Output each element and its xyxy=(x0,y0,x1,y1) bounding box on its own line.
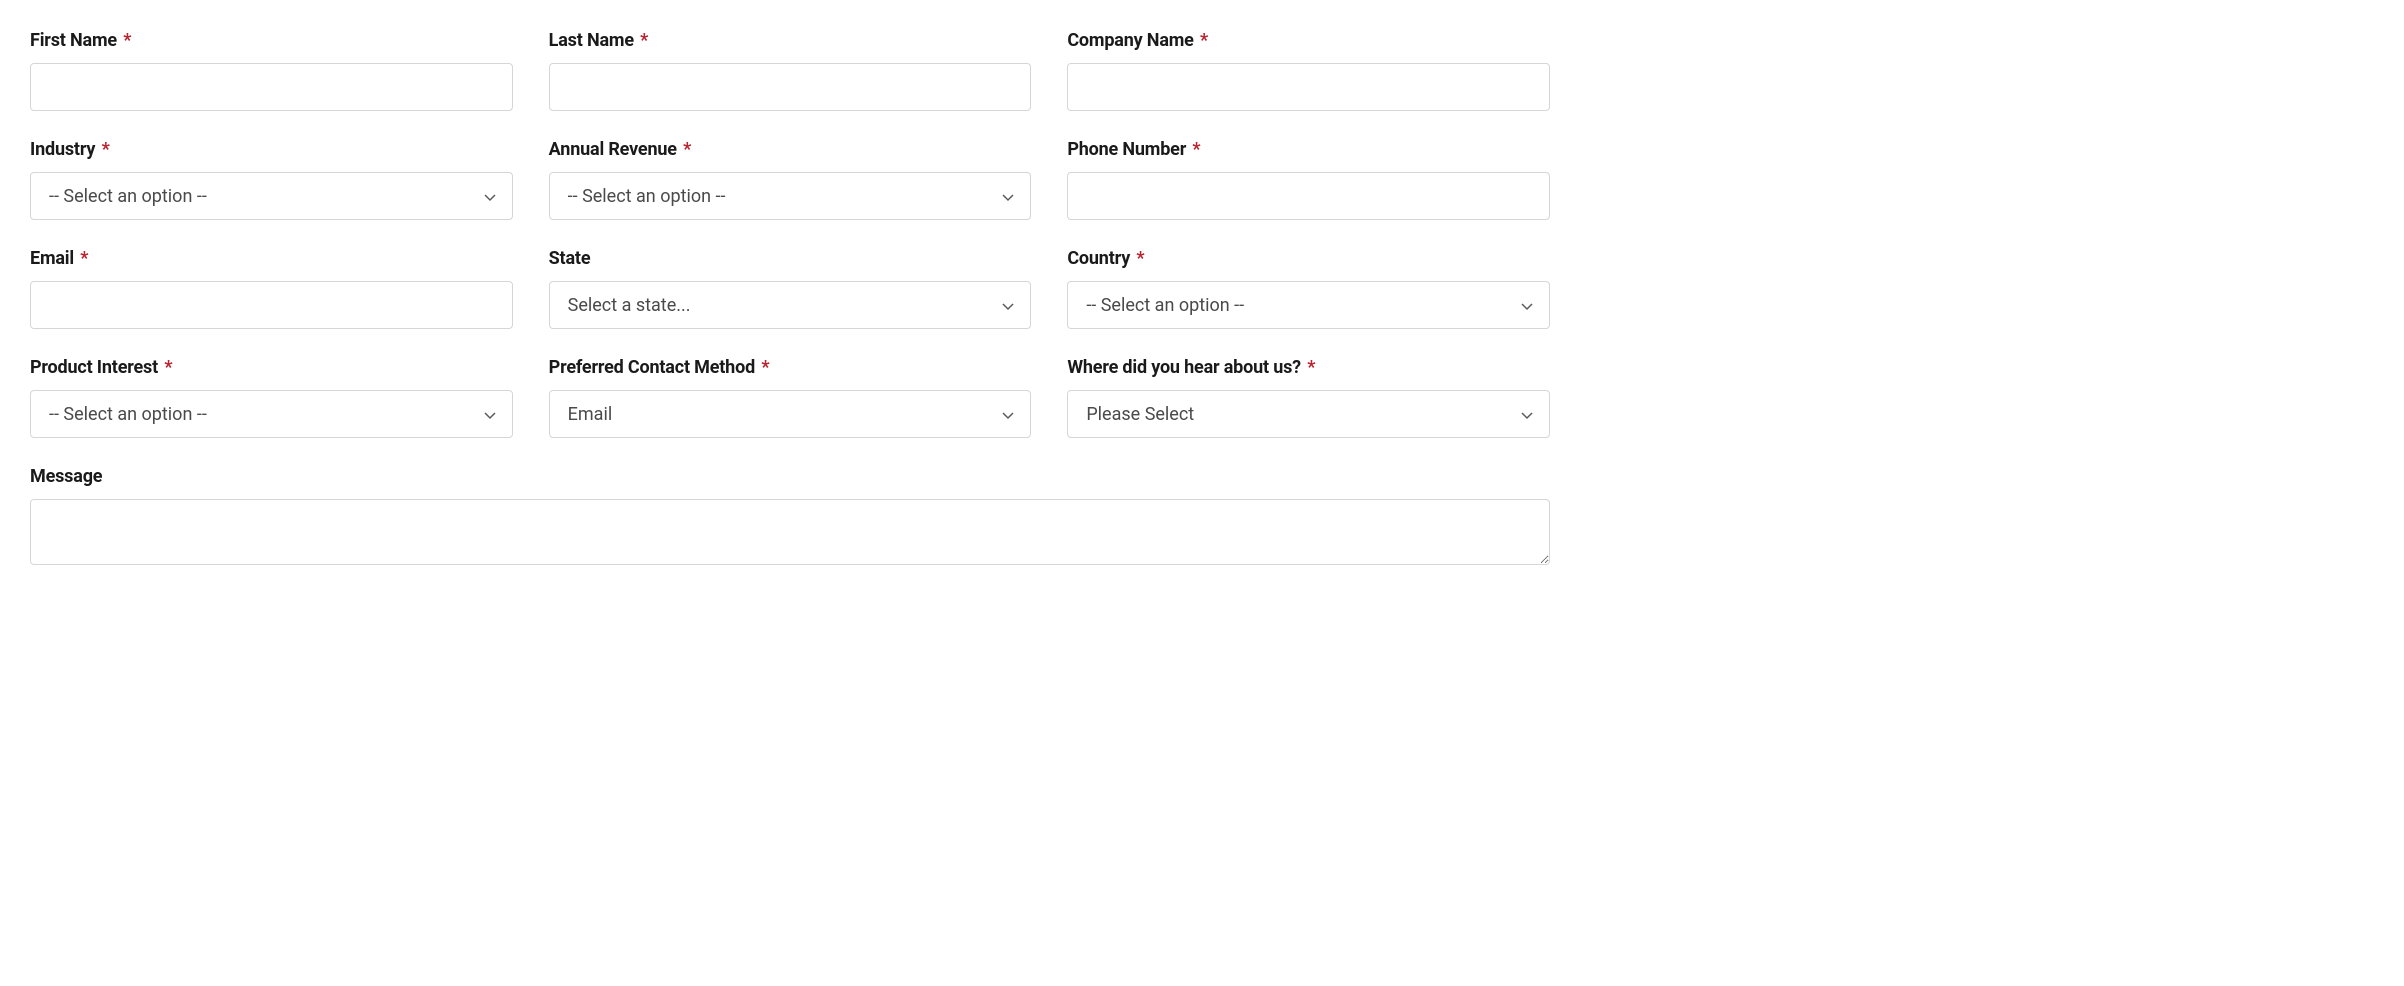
company-name-input[interactable] xyxy=(1067,63,1550,111)
preferred-contact-method-select-wrapper: Email xyxy=(549,390,1032,438)
country-field: Country * -- Select an option -- xyxy=(1067,248,1550,329)
product-interest-select-wrapper: -- Select an option -- xyxy=(30,390,513,438)
label-text: Company Name xyxy=(1067,30,1193,51)
state-label: State xyxy=(549,248,1032,269)
annual-revenue-field: Annual Revenue * -- Select an option -- xyxy=(549,139,1032,220)
required-asterisk: * xyxy=(1192,139,1200,160)
required-asterisk: * xyxy=(80,248,88,269)
hear-about-us-field: Where did you hear about us? * Please Se… xyxy=(1067,357,1550,438)
label-text: Where did you hear about us? xyxy=(1067,357,1301,378)
label-text: Product Interest xyxy=(30,357,158,378)
label-text: State xyxy=(549,248,591,269)
product-interest-field: Product Interest * -- Select an option -… xyxy=(30,357,513,438)
company-name-field: Company Name * xyxy=(1067,30,1550,111)
preferred-contact-method-select[interactable]: Email xyxy=(549,390,1032,438)
last-name-field: Last Name * xyxy=(549,30,1032,111)
label-text: Industry xyxy=(30,139,95,160)
preferred-contact-method-field: Preferred Contact Method * Email xyxy=(549,357,1032,438)
product-interest-label: Product Interest * xyxy=(30,357,513,378)
country-select-wrapper: -- Select an option -- xyxy=(1067,281,1550,329)
hear-about-us-select[interactable]: Please Select xyxy=(1067,390,1550,438)
label-text: Email xyxy=(30,248,74,269)
industry-label: Industry * xyxy=(30,139,513,160)
label-text: Last Name xyxy=(549,30,634,51)
annual-revenue-select[interactable]: -- Select an option -- xyxy=(549,172,1032,220)
email-field: Email * xyxy=(30,248,513,329)
label-text: First Name xyxy=(30,30,117,51)
industry-field: Industry * -- Select an option -- xyxy=(30,139,513,220)
required-asterisk: * xyxy=(102,139,110,160)
hear-about-us-label: Where did you hear about us? * xyxy=(1067,357,1550,378)
phone-number-label: Phone Number * xyxy=(1067,139,1550,160)
country-select[interactable]: -- Select an option -- xyxy=(1067,281,1550,329)
last-name-input[interactable] xyxy=(549,63,1032,111)
first-name-input[interactable] xyxy=(30,63,513,111)
hear-about-us-select-wrapper: Please Select xyxy=(1067,390,1550,438)
product-interest-select[interactable]: -- Select an option -- xyxy=(30,390,513,438)
message-field: Message xyxy=(30,466,1550,565)
first-name-label: First Name * xyxy=(30,30,513,51)
required-asterisk: * xyxy=(1136,248,1144,269)
state-select-wrapper: Select a state... xyxy=(549,281,1032,329)
preferred-contact-method-label: Preferred Contact Method * xyxy=(549,357,1032,378)
required-asterisk: * xyxy=(761,357,769,378)
required-asterisk: * xyxy=(123,30,131,51)
label-text: Preferred Contact Method xyxy=(549,357,755,378)
annual-revenue-label: Annual Revenue * xyxy=(549,139,1032,160)
contact-form: First Name * Last Name * Company Name * … xyxy=(30,30,1550,565)
first-name-field: First Name * xyxy=(30,30,513,111)
phone-number-field: Phone Number * xyxy=(1067,139,1550,220)
required-asterisk: * xyxy=(1307,357,1315,378)
label-text: Phone Number xyxy=(1067,139,1186,160)
last-name-label: Last Name * xyxy=(549,30,1032,51)
required-asterisk: * xyxy=(1200,30,1208,51)
company-name-label: Company Name * xyxy=(1067,30,1550,51)
message-label: Message xyxy=(30,466,1550,487)
state-field: State Select a state... xyxy=(549,248,1032,329)
required-asterisk: * xyxy=(640,30,648,51)
email-input[interactable] xyxy=(30,281,513,329)
state-select[interactable]: Select a state... xyxy=(549,281,1032,329)
message-textarea[interactable] xyxy=(30,499,1550,565)
label-text: Message xyxy=(30,466,102,487)
required-asterisk: * xyxy=(683,139,691,160)
email-label: Email * xyxy=(30,248,513,269)
phone-number-input[interactable] xyxy=(1067,172,1550,220)
label-text: Country xyxy=(1067,248,1130,269)
industry-select-wrapper: -- Select an option -- xyxy=(30,172,513,220)
industry-select[interactable]: -- Select an option -- xyxy=(30,172,513,220)
country-label: Country * xyxy=(1067,248,1550,269)
annual-revenue-select-wrapper: -- Select an option -- xyxy=(549,172,1032,220)
required-asterisk: * xyxy=(164,357,172,378)
label-text: Annual Revenue xyxy=(549,139,677,160)
